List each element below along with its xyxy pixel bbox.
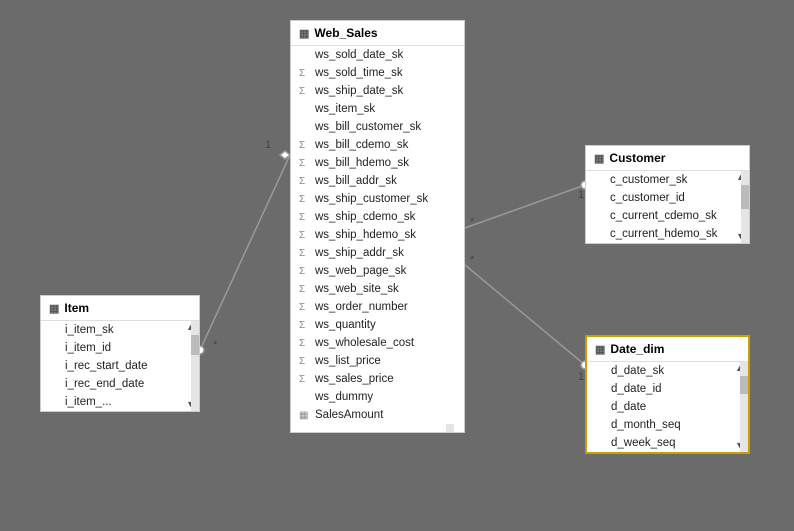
svg-text:*: * <box>470 216 475 228</box>
table-row: Σws_bill_addr_sk <box>291 172 454 190</box>
customer-header: ▦ Customer <box>586 146 749 171</box>
table-row: i_rec_start_date <box>41 357 189 375</box>
sigma-icon: Σ <box>299 68 311 79</box>
grid-icon: ▦ <box>299 410 311 421</box>
svg-text:1: 1 <box>578 371 584 383</box>
table-row: Σws_ship_date_sk <box>291 82 454 100</box>
table-row: Σws_sold_time_sk <box>291 64 454 82</box>
table-row: Σws_ship_addr_sk <box>291 244 454 262</box>
table-row: Σws_ship_hdemo_sk <box>291 226 454 244</box>
date-dim-header: ▦ Date_dim <box>587 337 748 362</box>
sigma-icon: Σ <box>299 248 311 259</box>
sigma-icon: Σ <box>299 176 311 187</box>
table-row: Σws_wholesale_cost <box>291 334 454 352</box>
table-row: ws_item_sk <box>291 100 454 118</box>
sigma-icon: Σ <box>299 266 311 277</box>
sigma-icon: Σ <box>299 158 311 169</box>
table-row: d_month_seq <box>587 416 738 434</box>
sigma-icon: Σ <box>299 356 311 367</box>
table-row: i_item_... <box>41 393 189 411</box>
customer-table[interactable]: ▦ Customer ▲ c_customer_sk c_customer_id… <box>585 145 750 244</box>
table-row: Σws_sales_price <box>291 370 454 388</box>
date-dim-table[interactable]: ▦ Date_dim ▲ d_date_sk d_date_id d_date … <box>585 335 750 454</box>
table-row: i_item_sk <box>41 321 189 339</box>
sigma-icon: Σ <box>299 86 311 97</box>
table-row: i_rec_end_date <box>41 375 189 393</box>
sigma-icon: Σ <box>299 230 311 241</box>
sigma-icon: Σ <box>299 374 311 385</box>
table-icon: ▦ <box>595 343 605 356</box>
web-sales-title: Web_Sales <box>314 26 377 40</box>
table-row: Σws_quantity <box>291 316 454 334</box>
web-sales-table[interactable]: ▦ Web_Sales ws_sold_date_sk Σws_sold_tim… <box>290 20 465 433</box>
sigma-icon: Σ <box>299 320 311 331</box>
table-row: d_date <box>587 398 738 416</box>
date-dim-body: ▲ d_date_sk d_date_id d_date d_month_seq… <box>587 362 748 452</box>
svg-text:*: * <box>470 254 475 266</box>
customer-title: Customer <box>609 151 665 165</box>
date-dim-title: Date_dim <box>610 342 664 356</box>
table-row: c_current_cdemo_sk <box>586 207 739 225</box>
sigma-icon: Σ <box>299 338 311 349</box>
table-row: Σws_list_price <box>291 352 454 370</box>
svg-text:1: 1 <box>578 189 584 201</box>
table-row: d_date_id <box>587 380 738 398</box>
table-row: Σws_order_number <box>291 298 454 316</box>
sigma-icon: Σ <box>299 194 311 205</box>
sigma-icon: Σ <box>299 302 311 313</box>
table-row: ws_dummy <box>291 388 454 406</box>
table-row: c_customer_id <box>586 189 739 207</box>
table-icon: ▦ <box>299 27 309 40</box>
item-body: ▲ i_item_sk i_item_id i_rec_start_date i… <box>41 321 199 411</box>
table-row: c_current_hdemo_sk <box>586 225 739 243</box>
sigma-icon: Σ <box>299 284 311 295</box>
sigma-icon: Σ <box>299 212 311 223</box>
item-title: Item <box>64 301 89 315</box>
table-row: d_date_sk <box>587 362 738 380</box>
table-row: Σws_ship_cdemo_sk <box>291 208 454 226</box>
table-row: ▦SalesAmount <box>291 406 454 424</box>
table-row: d_week_seq <box>587 434 738 452</box>
item-header: ▦ Item <box>41 296 199 321</box>
table-row: ws_bill_customer_sk <box>291 118 454 136</box>
table-row: Σws_web_site_sk <box>291 280 454 298</box>
table-row: c_customer_sk <box>586 171 739 189</box>
web-sales-body: ws_sold_date_sk Σws_sold_time_sk Σws_shi… <box>291 46 464 432</box>
item-table[interactable]: ▦ Item ▲ i_item_sk i_item_id i_rec_start… <box>40 295 200 412</box>
table-row: Σws_bill_hdemo_sk <box>291 154 454 172</box>
web-sales-header: ▦ Web_Sales <box>291 21 464 46</box>
sigma-icon: Σ <box>299 140 311 151</box>
table-row: ws_sold_date_sk <box>291 46 454 64</box>
table-row: Σws_bill_cdemo_sk <box>291 136 454 154</box>
table-row: Σws_web_page_sk <box>291 262 454 280</box>
svg-text:1: 1 <box>265 139 271 151</box>
table-icon: ▦ <box>49 302 59 315</box>
customer-body: ▲ c_customer_sk c_customer_id c_current_… <box>586 171 749 243</box>
table-row: i_item_id <box>41 339 189 357</box>
svg-text:*: * <box>213 339 218 351</box>
table-icon: ▦ <box>594 152 604 165</box>
table-row: Σws_ship_customer_sk <box>291 190 454 208</box>
